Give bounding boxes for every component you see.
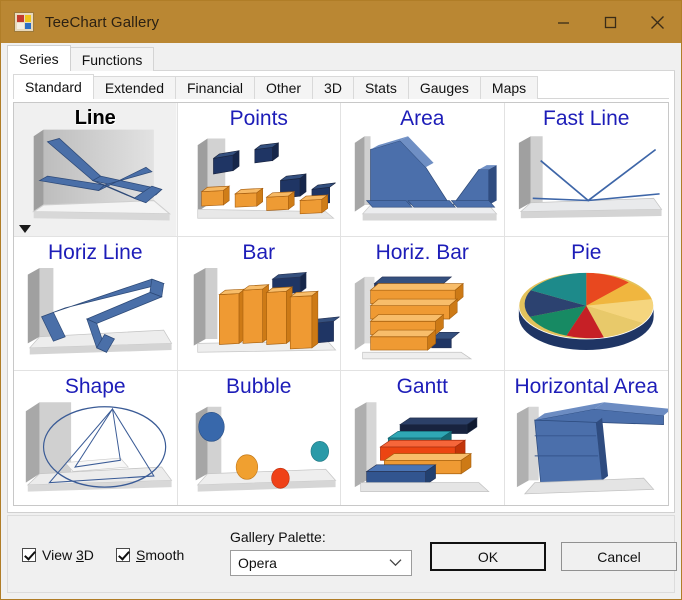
points-chart-thumbnail	[177, 103, 340, 236]
smooth-checkbox-box[interactable]	[116, 548, 130, 562]
window-controls	[540, 1, 681, 43]
smooth-label-post: mooth	[145, 547, 185, 563]
tab-3d-label: 3D	[324, 80, 342, 96]
gallery-palette-label: Gallery Palette:	[230, 529, 326, 545]
gallery-palette-group: Gallery Palette: Opera	[230, 529, 412, 576]
gallery-item-horiz-bar[interactable]: Horiz. Bar	[341, 237, 505, 371]
gantt-chart-thumbnail	[341, 371, 504, 505]
tab-other-label: Other	[266, 80, 302, 96]
area-chart-thumbnail	[341, 103, 504, 236]
gallery-item-points[interactable]: Points	[177, 103, 341, 237]
bottom-panel: View 3D Smooth Gallery Palette: Opera OK…	[7, 515, 677, 593]
teechart-app-icon	[14, 12, 34, 32]
gallery-palette-select[interactable]: Opera	[230, 550, 412, 576]
tab-maps[interactable]: Maps	[479, 76, 539, 99]
minimize-icon[interactable]	[540, 1, 587, 43]
view-3d-label-pre: View	[42, 547, 76, 563]
horizbar-chart-thumbnail	[341, 237, 504, 370]
tab-series-label: Series	[19, 50, 59, 67]
gallery-item-gantt[interactable]: Gantt	[341, 371, 505, 505]
gallery-item-fast-line[interactable]: Fast Line	[504, 103, 668, 237]
tab-maps-label: Maps	[491, 80, 527, 96]
tab-extended-label: Extended	[104, 80, 164, 96]
teechart-gallery-dialog: TeeChart Gallery Series Functions Standa…	[0, 0, 682, 600]
ok-button-label: OK	[477, 548, 499, 565]
view-3d-accel: 3	[75, 547, 84, 563]
gallery-item-bubble[interactable]: Bubble	[177, 371, 341, 505]
maximize-icon[interactable]	[587, 1, 634, 43]
smooth-accel: S	[136, 547, 146, 563]
smooth-checkbox[interactable]: Smooth	[116, 547, 184, 563]
tab-functions-label: Functions	[81, 51, 143, 68]
tab-3d[interactable]: 3D	[312, 76, 354, 99]
more-arrow-icon[interactable]	[19, 225, 31, 233]
series-panel: Standard Extended Financial Other 3D Sta…	[7, 71, 675, 513]
tab-series[interactable]: Series	[7, 45, 71, 71]
close-icon[interactable]	[634, 1, 681, 43]
view-3d-label: View 3D	[42, 547, 94, 563]
tab-gauges-label: Gauges	[419, 80, 469, 96]
horizline-chart-thumbnail	[14, 237, 177, 370]
window-title: TeeChart Gallery	[45, 13, 160, 31]
view-3d-checkbox-box[interactable]	[22, 548, 36, 562]
bubble-chart-thumbnail	[177, 371, 340, 505]
view-3d-label-post: D	[83, 547, 94, 563]
tab-functions[interactable]: Functions	[69, 47, 155, 71]
tab-financial[interactable]: Financial	[175, 76, 256, 99]
pie-chart-thumbnail	[504, 237, 668, 370]
tab-stats-label: Stats	[364, 80, 397, 96]
gallery-item-horizontal-area[interactable]: Horizontal Area	[504, 371, 668, 505]
fastline-chart-thumbnail	[504, 103, 668, 236]
gallery-item-shape[interactable]: Shape	[14, 371, 178, 505]
title-bar: TeeChart Gallery	[1, 1, 681, 43]
tab-stats[interactable]: Stats	[352, 76, 409, 99]
outer-tab-strip: Series Functions	[1, 43, 681, 71]
smooth-label: Smooth	[136, 547, 184, 563]
gallery-item-area[interactable]: Area	[341, 103, 505, 237]
view-3d-checkbox[interactable]: View 3D	[22, 547, 94, 563]
tab-standard[interactable]: Standard	[13, 74, 94, 99]
tab-extended[interactable]: Extended	[92, 76, 176, 99]
tab-other[interactable]: Other	[254, 76, 314, 99]
cancel-button-label: Cancel	[597, 548, 641, 565]
tab-standard-label: Standard	[25, 79, 82, 95]
bar-chart-thumbnail	[177, 237, 340, 370]
cancel-button[interactable]: Cancel	[561, 542, 677, 571]
gallery-item-horiz-line[interactable]: Horiz Line	[14, 237, 178, 371]
chevron-down-icon[interactable]	[389, 554, 402, 570]
line-chart-thumbnail	[14, 103, 177, 236]
tab-financial-label: Financial	[187, 80, 244, 96]
horizarea-chart-thumbnail	[504, 371, 668, 505]
gallery-palette-value: Opera	[238, 555, 277, 571]
ok-button[interactable]: OK	[430, 542, 546, 571]
gallery-item-pie[interactable]: Pie	[504, 237, 668, 371]
gallery-grid: Line Points Area Fast Line Horiz Line Ba…	[13, 102, 669, 506]
gallery-item-bar[interactable]: Bar	[177, 237, 341, 371]
inner-tab-strip: Standard Extended Financial Other 3D Sta…	[8, 71, 674, 99]
shape-chart-thumbnail	[14, 371, 177, 505]
gallery-item-line[interactable]: Line	[14, 103, 178, 237]
tab-gauges[interactable]: Gauges	[407, 76, 481, 99]
